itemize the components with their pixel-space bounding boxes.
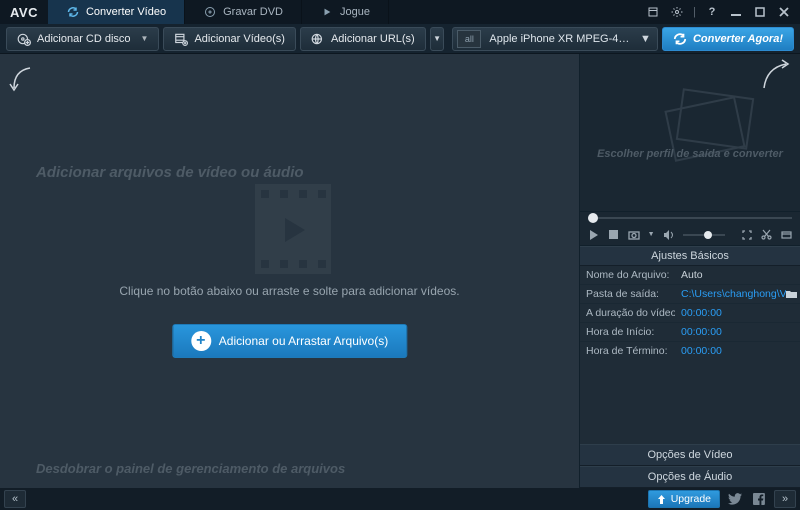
volume-slider[interactable]: [683, 234, 725, 236]
button-label: Adicionar CD disco: [37, 33, 131, 45]
preview-area: Escolher perfil de saída e converter: [580, 54, 800, 212]
status-bar: « Upgrade »: [0, 488, 800, 510]
convert-now-button[interactable]: Converter Agora!: [662, 27, 794, 51]
disc-add-icon: [17, 32, 31, 46]
fullscreen-button[interactable]: [741, 230, 753, 240]
player-controls: ▼: [580, 224, 800, 246]
tab-burn-dvd[interactable]: Gravar DVD: [185, 0, 302, 24]
setting-row-end: Hora de Término: 00:00:00: [580, 342, 800, 355]
add-urls-button[interactable]: Adicionar URL(s): [300, 27, 426, 51]
gear-icon[interactable]: [669, 4, 685, 20]
menu-icon[interactable]: [645, 4, 661, 20]
button-label: Adicionar Vídeo(s): [194, 33, 285, 45]
tab-strip: Converter Vídeo Gravar DVD Jogue: [48, 0, 389, 24]
settings-header: Ajustes Básicos: [580, 246, 800, 266]
minimize-button[interactable]: [728, 4, 744, 20]
film-add-icon: [174, 32, 188, 46]
volume-thumb[interactable]: [704, 231, 712, 239]
curve-arrow-icon: [758, 58, 792, 92]
collapse-left-button[interactable]: «: [4, 490, 26, 508]
audio-options-button[interactable]: Opções de Áudio: [580, 466, 800, 488]
setting-label: Nome do Arquivo:: [580, 269, 675, 281]
basic-settings: Nome do Arquivo: Auto Pasta de saída: C:…: [580, 266, 800, 355]
refresh-icon: [66, 5, 80, 19]
chevron-down-icon: ▼: [640, 33, 651, 45]
main-area: Adicionar arquivos de vídeo ou áudio Cli…: [0, 54, 800, 488]
hint-choose-profile: Escolher perfil de saída e converter: [590, 148, 790, 160]
chevron-down-icon[interactable]: ▼: [648, 231, 655, 238]
curve-arrow-icon: [8, 64, 36, 92]
profile-thumbnail-icon: all: [457, 30, 481, 48]
upload-icon: [657, 495, 666, 504]
setting-value: 00:00:00: [675, 307, 800, 319]
expand-right-button[interactable]: »: [774, 490, 796, 508]
stop-button[interactable]: [608, 230, 620, 239]
disc-icon: [203, 5, 217, 19]
hint-add-files: Adicionar arquivos de vídeo ou áudio: [36, 164, 304, 181]
right-panel: Escolher perfil de saída e converter ▼ A…: [580, 54, 800, 488]
output-profile-selector[interactable]: all Apple iPhone XR MPEG-4 Movie (*.m...…: [452, 27, 658, 51]
setting-label: A duração do vídeo: [580, 307, 675, 319]
folder-open-icon[interactable]: [786, 290, 800, 299]
button-label: Adicionar ou Arrastar Arquivo(s): [219, 334, 388, 348]
drop-zone[interactable]: Adicionar arquivos de vídeo ou áudio Cli…: [0, 54, 580, 488]
setting-row-start: Hora de Início: 00:00:00: [580, 323, 800, 342]
hint-unfold-panel: Desdobrar o painel de gerenciamento de a…: [36, 461, 345, 476]
film-placeholder-icon: [255, 184, 331, 274]
chevron-down-icon: ▼: [141, 34, 149, 43]
globe-add-icon: [311, 32, 325, 46]
drop-instruction: Clique no botão abaixo ou arraste e solt…: [0, 284, 579, 298]
maximize-button[interactable]: [752, 4, 768, 20]
setting-row-outdir: Pasta de saída: C:\Users\changhong\Vi...: [580, 285, 800, 304]
action-bar: Adicionar CD disco ▼ Adicionar Vídeo(s) …: [0, 24, 800, 54]
title-bar: AVC Converter Vídeo Gravar DVD Jogue | ?: [0, 0, 800, 24]
setting-label: Hora de Início:: [580, 326, 675, 338]
separator: |: [693, 6, 696, 18]
tab-convert-video[interactable]: Converter Vídeo: [48, 0, 185, 24]
play-icon: [320, 5, 334, 19]
plus-circle-icon: +: [191, 331, 211, 351]
button-label: Converter Agora!: [693, 33, 783, 45]
snapshot-button[interactable]: [628, 230, 640, 240]
setting-value[interactable]: C:\Users\changhong\Vi...: [675, 288, 786, 300]
upgrade-button[interactable]: Upgrade: [648, 490, 720, 508]
add-urls-dropdown[interactable]: ▼: [430, 27, 445, 51]
tab-label: Jogue: [340, 6, 370, 18]
video-options-button[interactable]: Opções de Vídeo: [580, 444, 800, 466]
help-icon[interactable]: ?: [704, 4, 720, 20]
setting-row-duration: A duração do vídeo 00:00:00: [580, 304, 800, 323]
add-disc-button[interactable]: Adicionar CD disco ▼: [6, 27, 159, 51]
twitter-icon[interactable]: [726, 490, 744, 508]
setting-value[interactable]: 00:00:00: [675, 345, 800, 355]
tab-play[interactable]: Jogue: [302, 0, 389, 24]
setting-value[interactable]: 00:00:00: [675, 326, 800, 338]
seek-bar[interactable]: [580, 212, 800, 224]
setting-row-filename: Nome do Arquivo: Auto: [580, 266, 800, 285]
tab-label: Converter Vídeo: [86, 6, 166, 18]
chevron-down-icon: ▼: [433, 34, 441, 43]
setting-value[interactable]: Auto: [675, 269, 800, 281]
refresh-icon: [673, 32, 687, 46]
cut-button[interactable]: [760, 229, 772, 240]
profile-selected-label: Apple iPhone XR MPEG-4 Movie (*.m...: [489, 33, 632, 45]
volume-button[interactable]: [663, 230, 675, 240]
seek-thumb[interactable]: [588, 213, 598, 223]
add-videos-button[interactable]: Adicionar Vídeo(s): [163, 27, 296, 51]
play-button[interactable]: [588, 230, 600, 240]
app-brand: AVC: [0, 5, 48, 20]
setting-label: Pasta de saída:: [580, 288, 675, 300]
tab-label: Gravar DVD: [223, 6, 283, 18]
button-label: Adicionar URL(s): [331, 33, 415, 45]
button-label: Upgrade: [671, 493, 711, 505]
add-or-drag-files-button[interactable]: + Adicionar ou Arrastar Arquivo(s): [172, 324, 407, 358]
close-button[interactable]: [776, 4, 792, 20]
setting-label: Hora de Término:: [580, 345, 675, 355]
window-controls: | ?: [645, 4, 800, 20]
facebook-icon[interactable]: [750, 490, 768, 508]
film-reel-icon: [650, 84, 770, 174]
edit-button[interactable]: [780, 229, 792, 240]
